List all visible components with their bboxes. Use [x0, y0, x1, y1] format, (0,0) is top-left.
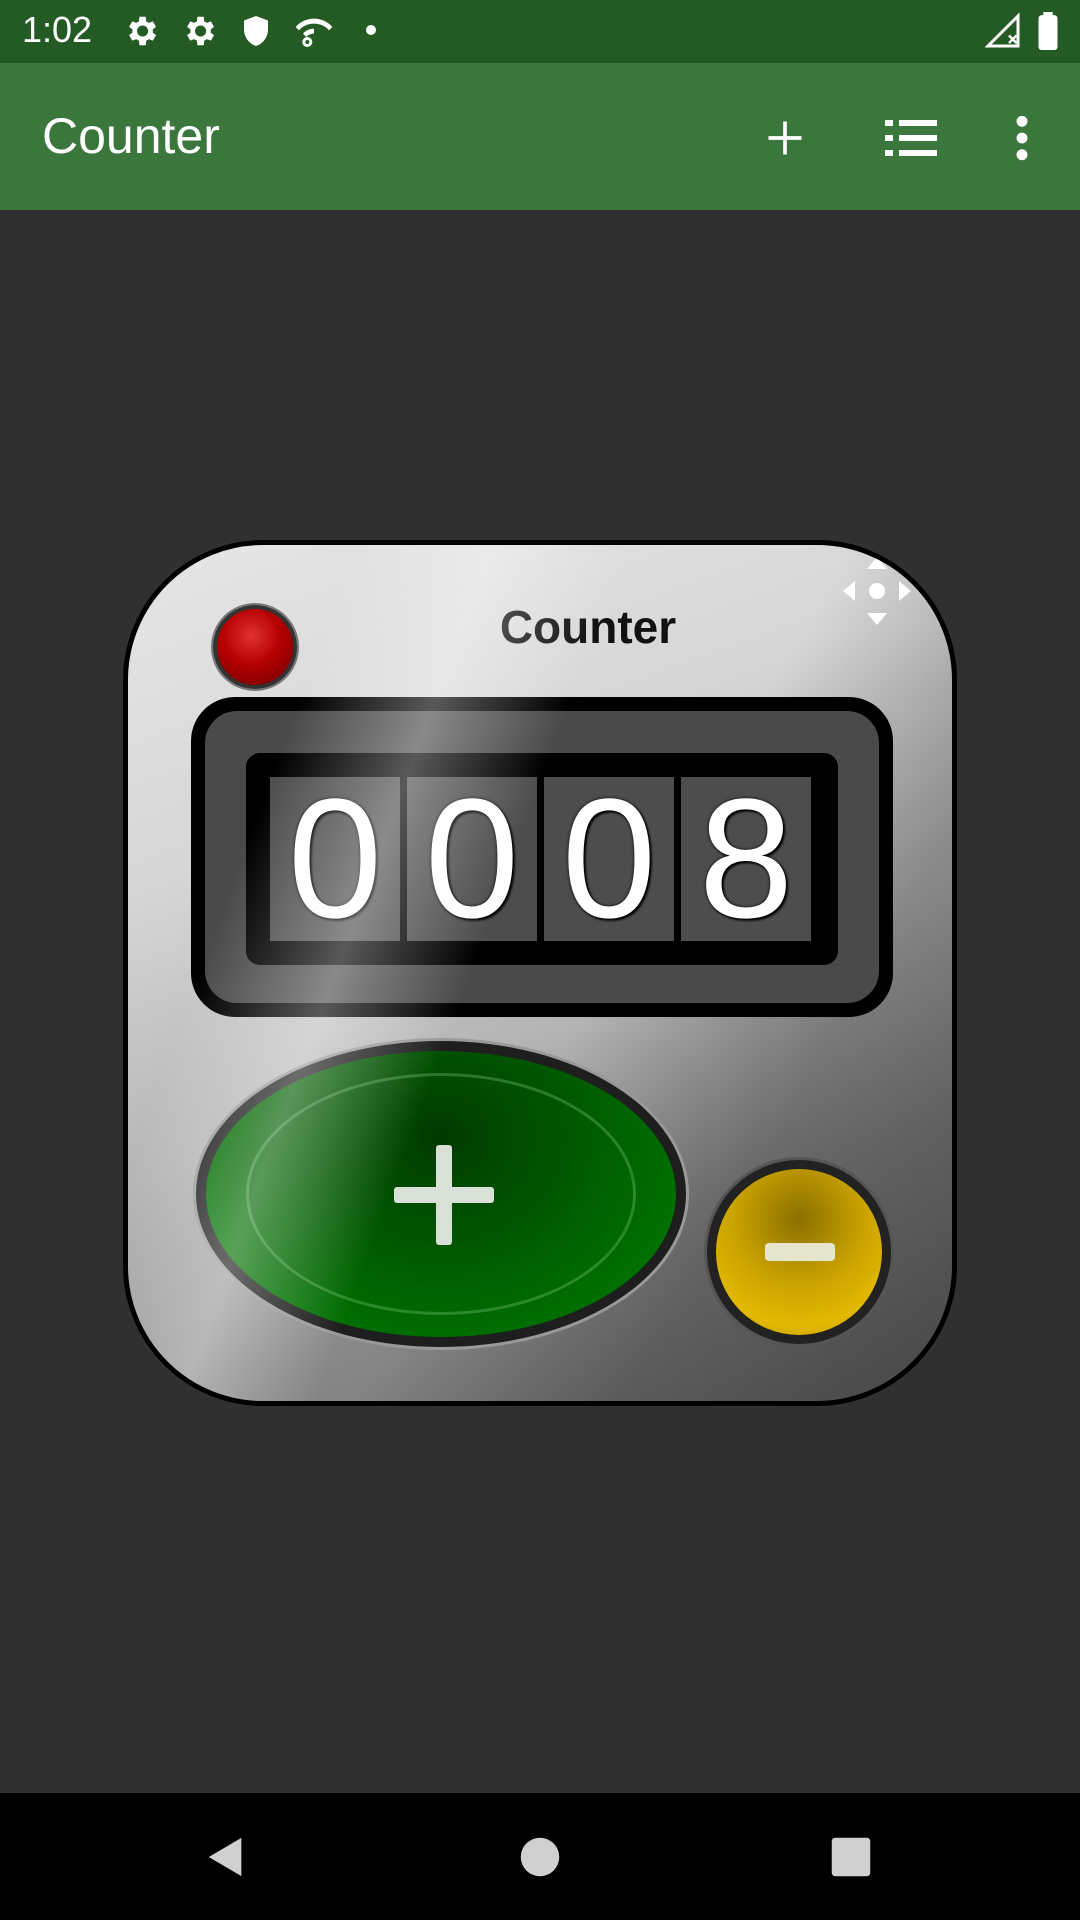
home-icon: [520, 1837, 560, 1877]
minus-icon: [765, 1243, 835, 1261]
list-icon: [885, 120, 937, 156]
plus-icon: [394, 1145, 494, 1245]
add-counter-button[interactable]: [750, 103, 820, 173]
more-vert-icon: [1016, 115, 1028, 161]
move-icon[interactable]: [841, 555, 913, 627]
add-icon: [768, 121, 802, 155]
counter-display: 0 0 0 8: [191, 697, 893, 1017]
settings-icon: [187, 16, 215, 46]
increment-button[interactable]: [193, 1038, 689, 1350]
navigation-bar: [0, 1793, 1080, 1920]
counter-name[interactable]: Counter: [428, 600, 748, 654]
status-bar: 1:02: [0, 0, 1080, 63]
digit-ones: 8: [681, 774, 811, 944]
indicator-led: [213, 605, 297, 689]
digit-thousands: 0: [270, 774, 400, 944]
back-icon: [208, 1837, 242, 1877]
dot-icon: [366, 25, 376, 35]
recents-icon: [831, 1837, 871, 1877]
back-button[interactable]: [186, 1817, 266, 1897]
wifi-settings-icon: [295, 18, 333, 47]
digit-window: 0 0 0 8: [246, 753, 838, 965]
shield-icon: [244, 16, 268, 46]
settings-icon: [129, 16, 157, 46]
more-options-button[interactable]: [987, 103, 1057, 173]
decrement-button[interactable]: [704, 1157, 894, 1347]
recents-button[interactable]: [811, 1817, 891, 1897]
app-title: Counter: [42, 108, 220, 164]
digit-tens: 0: [544, 774, 674, 944]
counter-list-button[interactable]: [876, 103, 946, 173]
battery-icon: [1038, 12, 1058, 50]
signal-icon: [985, 12, 1020, 48]
status-time: 1:02: [22, 9, 93, 50]
home-button[interactable]: [500, 1817, 580, 1897]
app-bar: Counter: [0, 63, 1080, 210]
counter-widget: Counter 0 0 0 8: [123, 540, 957, 1406]
digit-hundreds: 0: [407, 774, 537, 944]
